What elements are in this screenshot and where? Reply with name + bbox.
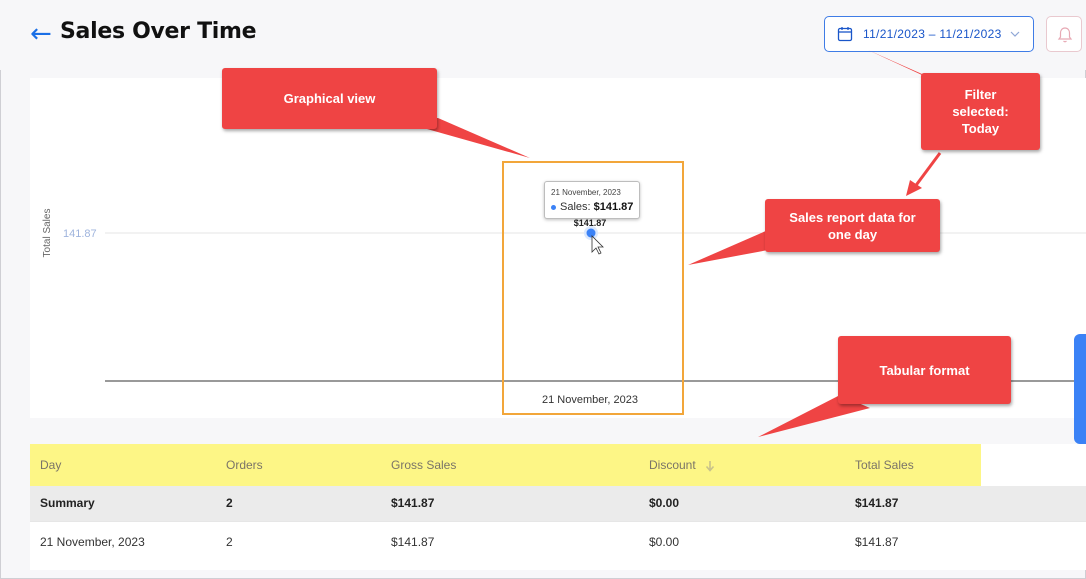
summary-row: Summary 2 $141.87 $0.00 $141.87 — [30, 486, 1086, 521]
row-discount: $0.00 — [649, 535, 680, 549]
callout-tabular-format: Tabular format — [838, 336, 1011, 404]
side-feedback-tab[interactable] — [1074, 334, 1086, 444]
callout-graphical-view: Graphical view — [222, 68, 437, 129]
column-header-discount-label: Discount — [649, 458, 696, 472]
tooltip-date: 21 November, 2023 — [551, 188, 621, 197]
calendar-icon — [837, 27, 853, 42]
series-dot-icon — [551, 204, 556, 210]
column-header-total-sales[interactable]: Total Sales — [855, 444, 914, 486]
y-tick-label: 141.87 — [63, 228, 97, 240]
callout-filter-selected: Filter selected: Today — [921, 73, 1040, 150]
arrow-down-icon — [705, 460, 715, 472]
notifications-button[interactable] — [1046, 16, 1082, 52]
date-range-label: 11/21/2023 – 11/21/2023 — [863, 27, 1002, 41]
tooltip-row: Sales: $141.87 — [551, 201, 633, 213]
page-title: Sales Over Time — [60, 19, 257, 44]
chart-tooltip: 21 November, 2023 Sales: $141.87 — [544, 181, 640, 219]
table-row[interactable]: 21 November, 2023 2 $141.87 $0.00 $141.8… — [30, 521, 1086, 561]
column-header-discount[interactable]: Discount — [649, 444, 715, 486]
column-header-orders[interactable]: Orders — [226, 444, 263, 486]
summary-discount: $0.00 — [649, 496, 680, 510]
column-header-gross-sales[interactable]: Gross Sales — [391, 444, 456, 486]
row-day: 21 November, 2023 — [40, 535, 145, 549]
date-range-filter[interactable]: 11/21/2023 – 11/21/2023 — [824, 16, 1034, 52]
page-header: ← Sales Over Time 11/21/2023 – 11/21/202… — [0, 0, 1086, 70]
sales-table: Day Orders Gross Sales Discount Total Sa… — [30, 444, 1086, 570]
callout-sales-report: Sales report data for one day — [765, 199, 940, 252]
summary-total-sales: $141.87 — [855, 496, 899, 510]
summary-day: Summary — [40, 496, 95, 510]
summary-orders: 2 — [226, 496, 233, 510]
y-axis-title: Total Sales — [42, 209, 53, 258]
tooltip-value: $141.87 — [593, 201, 634, 213]
row-orders: 2 — [226, 535, 233, 549]
table-header-highlight — [30, 444, 981, 486]
row-total-sales: $141.87 — [855, 535, 899, 549]
back-arrow-icon[interactable]: ← — [30, 20, 52, 48]
chevron-down-icon — [1010, 31, 1020, 37]
bell-icon — [1057, 27, 1073, 43]
summary-gross-sales: $141.87 — [391, 496, 435, 510]
table-header: Day Orders Gross Sales Discount Total Sa… — [30, 444, 1086, 486]
column-header-day[interactable]: Day — [40, 444, 61, 486]
row-gross-sales: $141.87 — [391, 535, 435, 549]
tooltip-series-label: Sales: — [560, 201, 594, 213]
